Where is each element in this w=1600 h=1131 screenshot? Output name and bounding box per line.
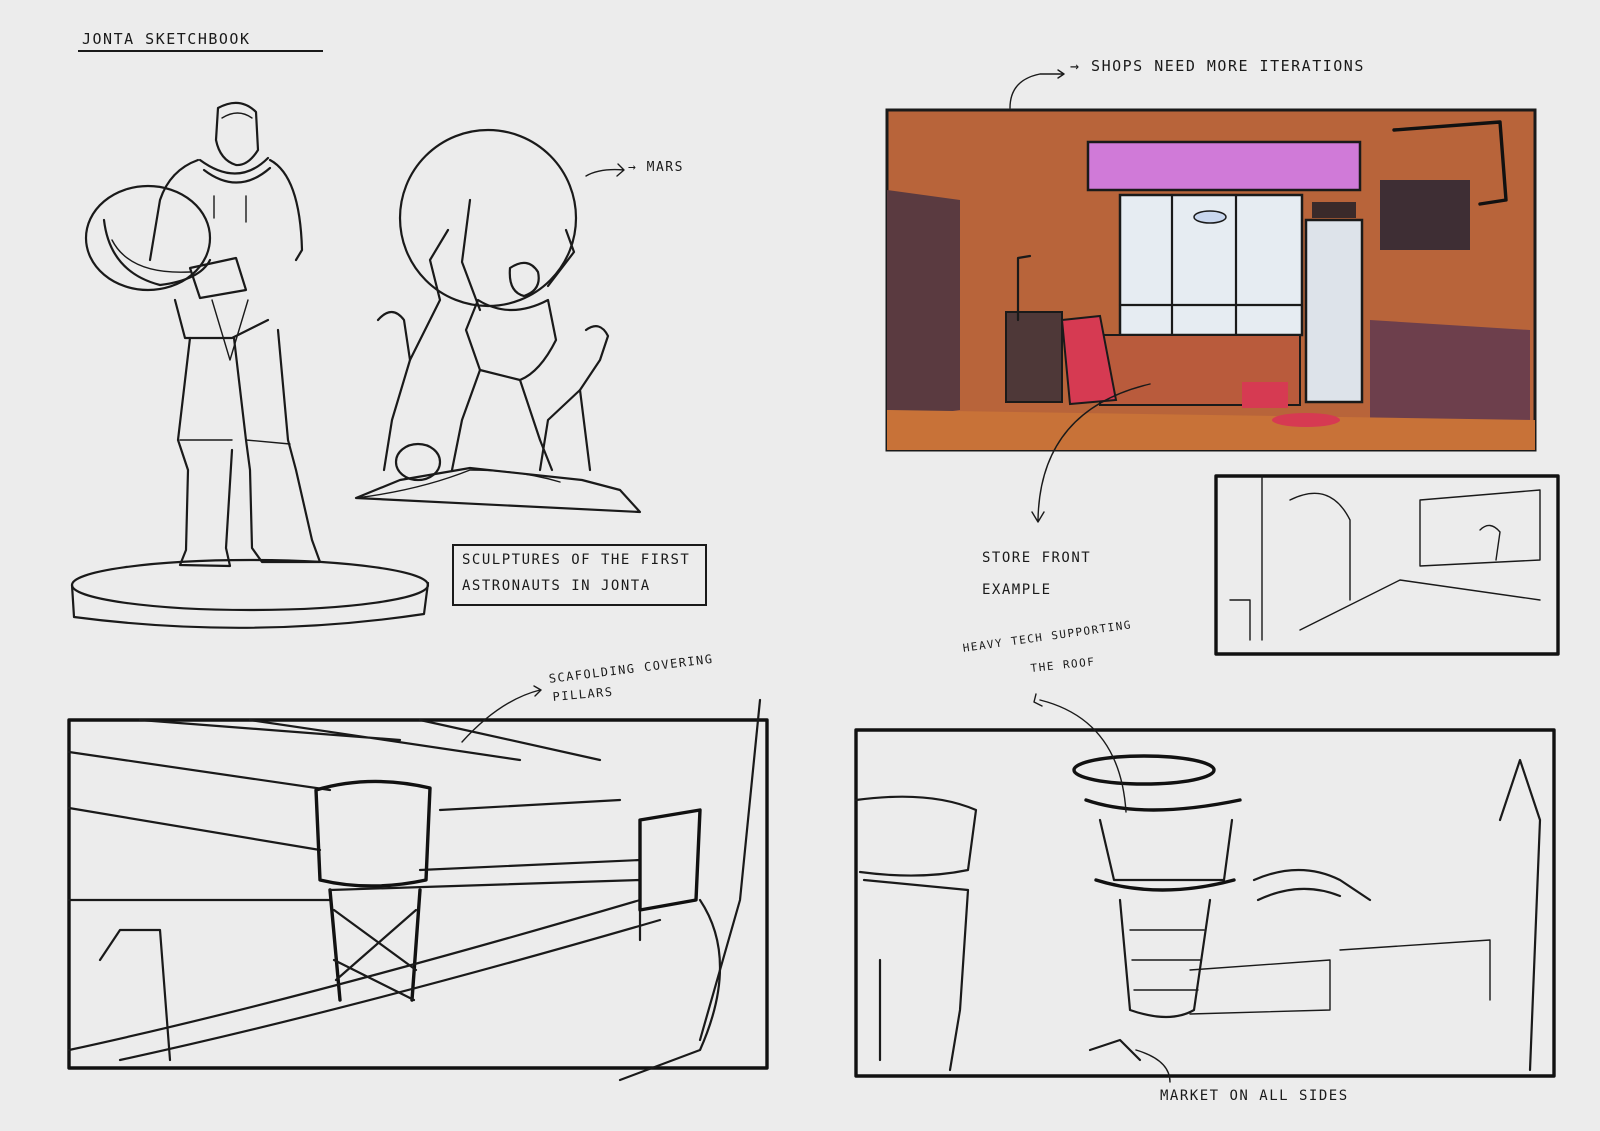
tech-column-market-icon xyxy=(854,728,1556,1078)
storefront-thumbnail-icon xyxy=(1214,474,1560,656)
scaffolding-arrow xyxy=(461,685,542,743)
mars-sculpture-icon xyxy=(354,128,642,514)
mars-note: → MARS xyxy=(628,160,684,175)
storefront-note-line2: EXAMPLE xyxy=(982,582,1052,598)
sculpture-caption-line1: SCULPTURES OF THE FIRST xyxy=(462,552,691,568)
heavy-tech-arrow xyxy=(1033,693,1127,813)
sketchbook-page: JONTA SKETCHBOOK → MARS SCULPTURES OF TH… xyxy=(0,0,1600,1131)
scaffolding-hall-icon xyxy=(67,698,769,1082)
mars-arrow xyxy=(585,163,625,177)
sculpture-caption-line2: ASTRONAUTS IN JONTA xyxy=(462,578,651,594)
shops-note: → SHOPS NEED MORE ITERATIONS xyxy=(1070,57,1365,75)
storefront-painting-icon xyxy=(885,108,1537,452)
market-note: MARKET ON ALL SIDES xyxy=(1160,1088,1349,1104)
sketch-canvas xyxy=(67,69,1560,1083)
shops-arrow xyxy=(1009,69,1065,109)
storefront-note-line1: STORE FRONT xyxy=(982,550,1092,566)
astronaut-statue-icon xyxy=(70,101,430,629)
